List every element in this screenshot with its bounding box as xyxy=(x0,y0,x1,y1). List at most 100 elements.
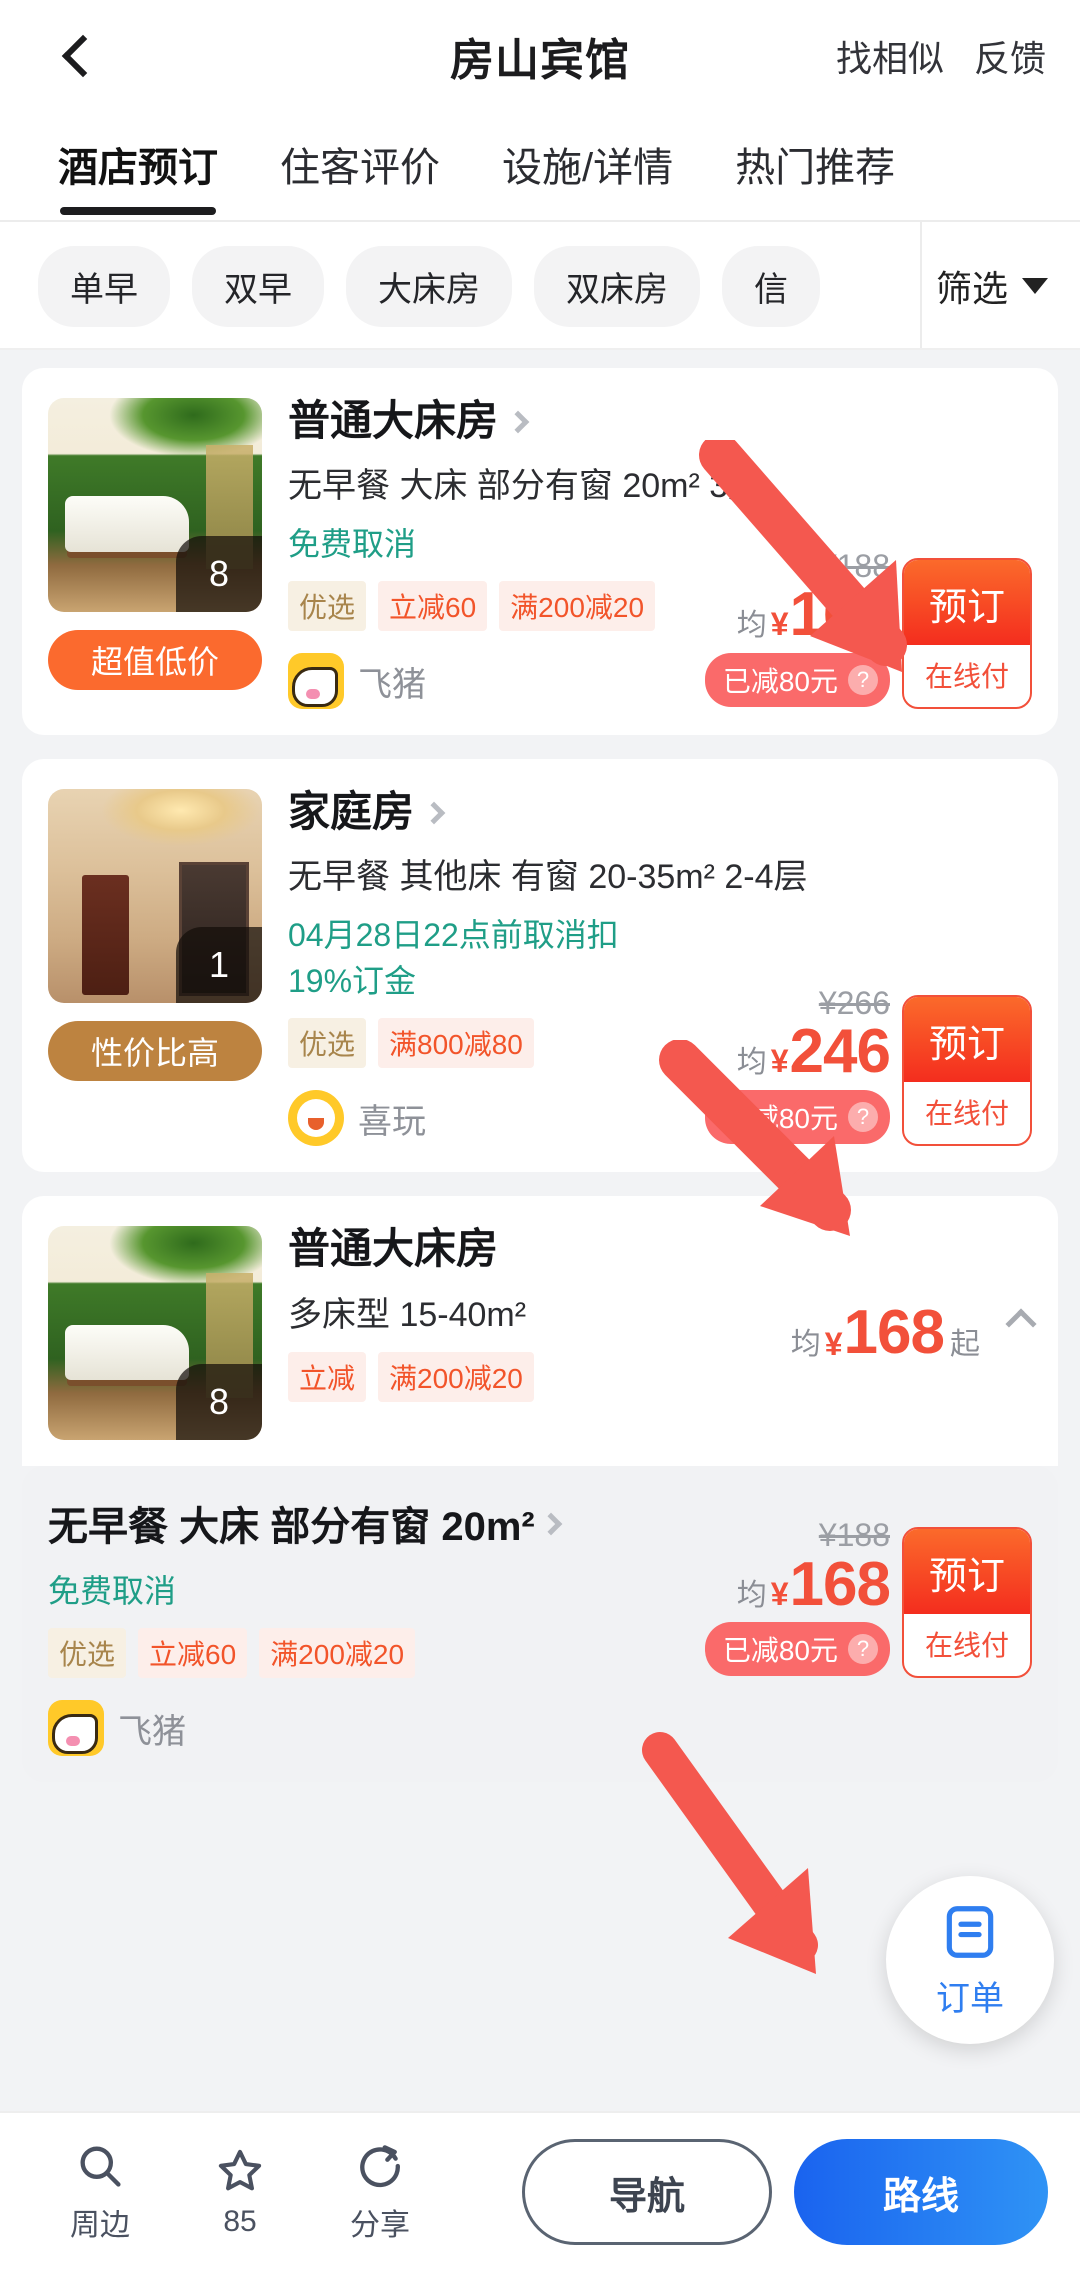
question-mark-icon[interactable]: ? xyxy=(848,1634,878,1665)
photo-count-badge: 8 xyxy=(176,536,262,612)
room-thumb-column: 8 xyxy=(48,1226,262,1441)
original-price: ¥266 xyxy=(818,985,890,1022)
photo-count-badge: 8 xyxy=(176,1364,262,1441)
promo-tag-row: 优选 立减60 满200减20 xyxy=(288,581,666,632)
nearby-button[interactable]: 周边 xyxy=(30,2140,170,2244)
order-fab-label: 订单 xyxy=(936,1979,1004,2018)
price-column: ¥266 均 ¥ 246 已减80元 ? 预订 在线付 xyxy=(672,789,1032,1147)
question-mark-icon[interactable]: ? xyxy=(848,665,878,696)
navigate-button[interactable]: 导航 xyxy=(522,2139,772,2245)
discount-pill[interactable]: 已减80元 ? xyxy=(704,653,890,708)
filter-chip-single-breakfast[interactable]: 单早 xyxy=(38,245,170,327)
room-group-card[interactable]: 8 普通大床房 多床型 15-40m² 立减 满200减20 均 ¥ 168 起 xyxy=(22,1196,1058,1467)
app-screen: 房山宾馆 找相似 反馈 酒店预订 住客评价 设施/详情 热门推荐 单早 双早 大… xyxy=(0,0,1080,2271)
search-icon xyxy=(80,2146,121,2187)
sub-room-title: 无早餐 大床 部分有窗 20m² xyxy=(48,1505,535,1550)
chevron-up-icon[interactable] xyxy=(1005,1308,1037,1340)
room-info: 普通大床房 多床型 15-40m² 立减 满200减20 xyxy=(262,1226,672,1440)
supplier-name: 飞猪 xyxy=(118,1712,186,1751)
promo-tag-row: 立减 满200减20 xyxy=(288,1351,672,1402)
filter-chip-partial[interactable]: 信 xyxy=(722,245,820,327)
room-title: 普通大床房 xyxy=(288,1225,499,1273)
find-similar-button[interactable]: 找相似 xyxy=(836,30,944,82)
room-photo[interactable]: 8 xyxy=(48,1226,262,1441)
room-info: 普通大床房 无早餐 大床 部分有窗 20m² 3层 免费取消 优选 立减60 满… xyxy=(262,397,763,710)
room-title-row[interactable]: 普通大床房 xyxy=(288,397,666,444)
filter-chip-king-room[interactable]: 大床房 xyxy=(346,245,512,327)
promo-tag: 满200减20 xyxy=(378,1351,534,1402)
chevron-down-icon xyxy=(1022,278,1049,294)
promo-tag-row: 优选 满800减80 xyxy=(288,1018,666,1069)
promo-tag: 优选 xyxy=(48,1628,127,1679)
room-meta: 无早餐 大床 部分有窗 20m² 3层 xyxy=(288,467,763,506)
current-price: 均 ¥ 168 xyxy=(705,584,891,646)
price-column: ¥188 均 ¥ 168 已减80元 ? 预订 在线付 xyxy=(704,1518,1032,1679)
tab-hotel-booking[interactable]: 酒店预订 xyxy=(58,135,218,215)
room-title-row[interactable]: 家庭房 xyxy=(288,788,666,835)
discount-text: 已减80元 xyxy=(722,1635,838,1667)
room-photo[interactable]: 8 xyxy=(48,398,262,612)
filter-chip-twin-room[interactable]: 双床房 xyxy=(534,245,700,327)
favorite-count: 85 xyxy=(223,2205,257,2238)
fliggy-pig-icon xyxy=(48,1700,104,1757)
tab-facilities-details[interactable]: 设施/详情 xyxy=(502,135,673,199)
order-document-icon xyxy=(946,1905,994,1958)
discount-text: 已减80元 xyxy=(722,1103,838,1135)
share-button[interactable]: 分享 xyxy=(310,2140,450,2244)
room-thumb-column: 1 性价比高 xyxy=(48,789,262,1146)
discount-pill[interactable]: 已减80元 ? xyxy=(704,1622,890,1677)
supplier-name: 飞猪 xyxy=(358,665,426,704)
book-button-label: 预订 xyxy=(904,997,1030,1083)
book-button[interactable]: 预订 在线付 xyxy=(902,995,1032,1147)
room-meta: 多床型 15-40m² xyxy=(288,1295,527,1334)
order-fab-button[interactable]: 订单 xyxy=(886,1876,1054,2044)
room-title-row[interactable]: 普通大床房 xyxy=(288,1226,672,1272)
currency-symbol: ¥ xyxy=(770,1043,789,1080)
book-button-label: 预订 xyxy=(904,1529,1030,1615)
promo-tag: 满200减20 xyxy=(499,581,656,632)
room-sub-option[interactable]: 无早餐 大床 部分有窗 20m² 免费取消 优选 立减60 满200减20 飞猪… xyxy=(22,1466,1058,1783)
value-badge: 超值低价 xyxy=(48,630,262,690)
price-block: ¥188 均 ¥ 168 已减80元 ? xyxy=(704,1518,891,1678)
room-card[interactable]: 1 性价比高 家庭房 无早餐 其他床 有窗 20-35m² 2-4层 04月28… xyxy=(22,759,1058,1173)
route-button[interactable]: 路线 xyxy=(794,2139,1048,2245)
favorite-button[interactable]: 85 xyxy=(170,2145,310,2239)
filter-button-label: 筛选 xyxy=(936,268,1009,309)
discount-text: 已减80元 xyxy=(722,666,838,698)
room-card[interactable]: 8 超值低价 普通大床房 无早餐 大床 部分有窗 20m² 3层 免费取消 优选… xyxy=(22,368,1058,736)
original-price: ¥188 xyxy=(818,548,890,585)
room-title: 普通大床房 xyxy=(288,397,499,444)
discount-pill[interactable]: 已减80元 ? xyxy=(704,1090,890,1145)
fliggy-pig-icon xyxy=(288,653,344,710)
promo-tag: 立减 xyxy=(288,1351,367,1402)
filter-chip-double-breakfast[interactable]: 双早 xyxy=(192,245,324,327)
filter-button[interactable]: 筛选 xyxy=(920,222,1080,350)
price-prefix: 均 xyxy=(736,1578,767,1612)
tab-popular-recommend[interactable]: 热门推荐 xyxy=(735,135,895,199)
promo-tag: 立减60 xyxy=(378,581,488,632)
tab-guest-reviews[interactable]: 住客评价 xyxy=(280,135,440,199)
book-button[interactable]: 预订 在线付 xyxy=(902,1527,1032,1679)
cancel-policy: 免费取消 xyxy=(288,526,417,563)
price-value: 246 xyxy=(789,1017,891,1087)
app-header: 房山宾馆 找相似 反馈 xyxy=(0,0,1080,112)
book-button[interactable]: 预订 在线付 xyxy=(902,558,1032,710)
promo-tag: 立减60 xyxy=(138,1628,248,1679)
supplier-row: 飞猪 xyxy=(288,653,666,710)
promo-tag: 满200减20 xyxy=(259,1628,416,1679)
bottom-action-bar: 周边 85 分享 导航 路线 xyxy=(0,2111,1080,2271)
supplier-row: 喜玩 xyxy=(288,1090,666,1147)
currency-symbol: ¥ xyxy=(824,1325,843,1362)
question-mark-icon[interactable]: ? xyxy=(848,1102,878,1133)
xiwan-monkey-icon xyxy=(288,1090,344,1147)
room-meta: 无早餐 其他床 有窗 20-35m² 2-4层 xyxy=(288,858,808,897)
header-actions: 找相似 反馈 xyxy=(836,30,1046,82)
price-suffix: 起 xyxy=(950,1327,980,1361)
current-price: 均 ¥ 168 xyxy=(705,1553,891,1615)
chevron-right-icon xyxy=(506,410,530,434)
back-button[interactable] xyxy=(28,6,128,106)
feedback-button[interactable]: 反馈 xyxy=(974,30,1046,82)
tab-bar: 酒店预订 住客评价 设施/详情 热门推荐 xyxy=(0,112,1080,222)
share-label: 分享 xyxy=(350,2209,410,2242)
room-photo[interactable]: 1 xyxy=(48,789,262,1004)
